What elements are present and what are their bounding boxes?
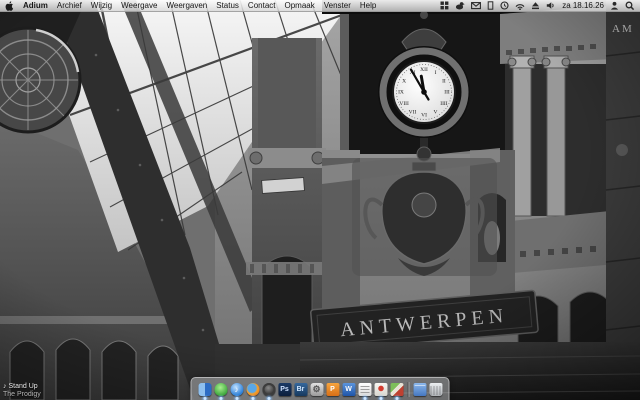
firefox-icon [246, 383, 259, 396]
script-doc-icon[interactable] [487, 1, 494, 10]
eject-icon[interactable] [531, 1, 540, 10]
multicolor-app-icon [390, 383, 403, 396]
dock: ♪ Ps Br ⚙ P W [190, 377, 450, 400]
now-playing-artist: The Prodigy [3, 391, 41, 398]
dock-item-firefox[interactable] [246, 383, 260, 400]
airport-wifi-icon[interactable] [515, 1, 525, 10]
desktop: AM XIII IIIII IIIIV VIVII VIIIIX XXI [0, 0, 640, 400]
menu-contact[interactable]: Contact [248, 0, 276, 11]
menu-bar: Adium Archief Wijzig Weergave Weergaven … [0, 0, 640, 12]
trash-icon [429, 383, 442, 396]
white-red-app-icon [374, 383, 387, 396]
time-machine-clock-icon[interactable] [500, 1, 509, 10]
dock-item-trash[interactable] [429, 383, 443, 397]
powerpoint-icon: P [326, 383, 339, 396]
folder-icon [413, 383, 426, 396]
now-playing-overlay: ♪ Stand Up The Prodigy [3, 383, 41, 399]
menu-wijzig[interactable]: Wijzig [91, 0, 112, 11]
dock-item-powerpoint[interactable]: P [326, 383, 340, 397]
menu-status[interactable]: Status [216, 0, 239, 11]
apple-logo-icon [5, 0, 14, 11]
textedit-icon [358, 383, 371, 396]
dock-item-white-red-app[interactable] [374, 383, 388, 400]
adium-duck-icon [214, 383, 227, 396]
menu-weergaven[interactable]: Weergaven [166, 0, 207, 11]
word-icon: W [342, 383, 355, 396]
photoshop-icon: Ps [278, 383, 291, 396]
wallpaper-antwerp-station-photo: AM XIII IIIII IIIIV VIVII VIIIIX XXI [0, 0, 640, 400]
dark-dial-app-icon [262, 383, 275, 396]
menu-venster[interactable]: Venster [324, 0, 351, 11]
dock-item-multicolor-app[interactable] [390, 383, 404, 400]
menu-weergave[interactable]: Weergave [121, 0, 157, 11]
spaces-grid-icon[interactable] [440, 1, 449, 10]
itunes-icon: ♪ [230, 383, 243, 396]
dock-divider [407, 382, 409, 397]
dock-item-documents-folder[interactable] [413, 383, 427, 397]
dock-item-itunes[interactable]: ♪ [230, 383, 244, 400]
dock-item-textedit[interactable] [358, 383, 372, 400]
now-playing-track: Stand Up [8, 383, 38, 390]
dock-item-dark-dial-app[interactable] [262, 383, 276, 400]
dock-item-system-preferences[interactable]: ⚙ [310, 383, 324, 397]
adium-status-duck-icon[interactable] [455, 1, 465, 10]
menu-archief[interactable]: Archief [57, 0, 82, 11]
menu-help[interactable]: Help [360, 0, 376, 11]
volume-icon[interactable] [546, 1, 556, 10]
dock-item-word[interactable]: W [342, 383, 356, 397]
spotlight-icon[interactable] [625, 1, 635, 11]
gear-icon: ⚙ [310, 383, 323, 396]
finder-icon [198, 383, 211, 396]
dock-item-photoshop[interactable]: Ps [278, 383, 292, 397]
dock-item-adobe-bridge[interactable]: Br [294, 383, 308, 397]
adobe-bridge-icon: Br [294, 383, 307, 396]
mail-icon[interactable] [471, 1, 482, 10]
menu-opmaak[interactable]: Opmaak [285, 0, 315, 11]
dock-item-adium[interactable] [214, 383, 228, 400]
fast-user-switch-icon[interactable] [610, 1, 619, 10]
menu-bar-clock[interactable]: za 18.16.26 [562, 0, 604, 11]
dock-item-finder[interactable] [198, 383, 212, 400]
apple-menu[interactable] [5, 0, 14, 11]
menu-adium[interactable]: Adium [23, 0, 48, 11]
music-note-icon: ♪ [3, 383, 7, 390]
